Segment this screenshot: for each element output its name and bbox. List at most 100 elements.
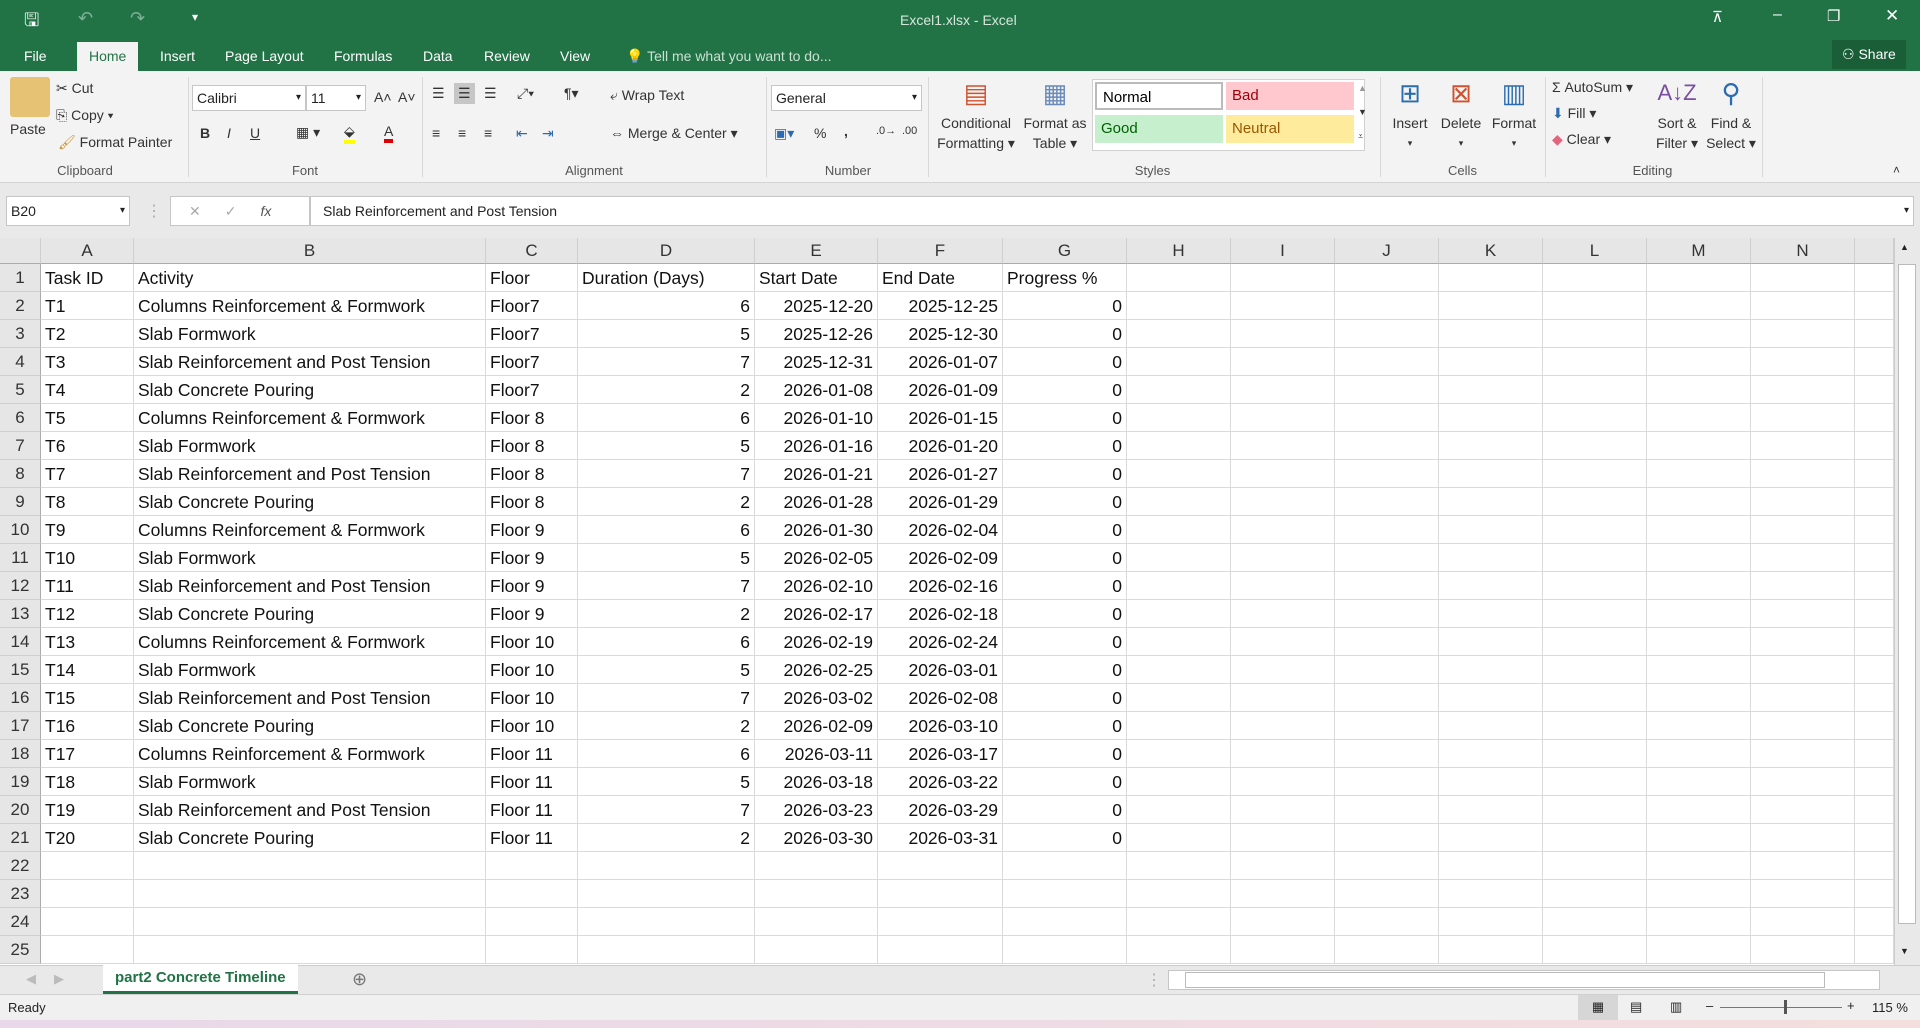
table-cell[interactable] bbox=[486, 880, 578, 908]
table-cell[interactable] bbox=[1543, 796, 1647, 824]
table-cell[interactable] bbox=[1647, 348, 1751, 376]
column-header-K[interactable]: K bbox=[1439, 238, 1543, 264]
table-cell[interactable]: 2025-12-26 bbox=[755, 320, 878, 348]
table-cell[interactable] bbox=[1231, 712, 1335, 740]
row-header[interactable]: 14 bbox=[0, 628, 41, 656]
table-cell[interactable]: 2026-03-18 bbox=[755, 768, 878, 796]
table-cell[interactable] bbox=[1751, 824, 1855, 852]
table-cell[interactable] bbox=[1335, 852, 1439, 880]
table-cell[interactable] bbox=[1231, 852, 1335, 880]
table-cell[interactable] bbox=[1439, 908, 1543, 936]
table-cell[interactable]: 2 bbox=[578, 824, 755, 852]
table-cell[interactable]: 2026-01-29 bbox=[878, 488, 1003, 516]
table-cell[interactable] bbox=[1231, 376, 1335, 404]
table-cell[interactable]: 2026-03-29 bbox=[878, 796, 1003, 824]
table-cell[interactable]: 2026-01-21 bbox=[755, 460, 878, 488]
table-cell[interactable]: Slab Reinforcement and Post Tension bbox=[134, 684, 486, 712]
underline-button[interactable]: U bbox=[250, 125, 260, 141]
row-header[interactable]: 20 bbox=[0, 796, 41, 824]
table-cell[interactable] bbox=[1335, 600, 1439, 628]
table-cell[interactable]: T2 bbox=[41, 320, 134, 348]
table-cell[interactable]: Floor 10 bbox=[486, 684, 578, 712]
align-right-icon[interactable]: ≡ bbox=[484, 125, 492, 141]
table-cell[interactable] bbox=[1335, 712, 1439, 740]
table-cell[interactable]: 2026-01-08 bbox=[755, 376, 878, 404]
table-cell[interactable] bbox=[1439, 656, 1543, 684]
table-cell[interactable]: T18 bbox=[41, 768, 134, 796]
table-cell[interactable]: Slab Reinforcement and Post Tension bbox=[134, 460, 486, 488]
table-cell[interactable]: 2026-02-16 bbox=[878, 572, 1003, 600]
table-cell[interactable] bbox=[1855, 768, 1894, 796]
table-cell[interactable] bbox=[1335, 656, 1439, 684]
table-cell[interactable] bbox=[1647, 572, 1751, 600]
table-cell[interactable]: 0 bbox=[1003, 628, 1127, 656]
table-cell[interactable]: Slab Concrete Pouring bbox=[134, 488, 486, 516]
table-cell[interactable] bbox=[1751, 908, 1855, 936]
italic-button[interactable]: I bbox=[227, 125, 231, 141]
table-cell[interactable] bbox=[1335, 684, 1439, 712]
table-cell[interactable] bbox=[1543, 376, 1647, 404]
table-cell[interactable]: Slab Reinforcement and Post Tension bbox=[134, 572, 486, 600]
table-cell[interactable]: 2026-02-18 bbox=[878, 600, 1003, 628]
row-header[interactable]: 19 bbox=[0, 768, 41, 796]
table-cell[interactable]: T3 bbox=[41, 348, 134, 376]
customize-toolbar-icon[interactable]: ▾ bbox=[192, 10, 198, 24]
table-cell[interactable] bbox=[1231, 460, 1335, 488]
table-cell[interactable] bbox=[1647, 516, 1751, 544]
table-cell[interactable] bbox=[1855, 600, 1894, 628]
table-cell[interactable] bbox=[1751, 936, 1855, 964]
table-cell[interactable] bbox=[1127, 348, 1231, 376]
table-cell[interactable]: 2026-02-25 bbox=[755, 656, 878, 684]
format-as-table-button[interactable]: ▦ Format as Table ▾ bbox=[1018, 73, 1092, 153]
table-cell[interactable] bbox=[1439, 516, 1543, 544]
table-cell[interactable] bbox=[1751, 852, 1855, 880]
tab-page-layout[interactable]: Page Layout bbox=[213, 42, 316, 71]
table-cell[interactable]: Floor 10 bbox=[486, 656, 578, 684]
table-cell[interactable] bbox=[1439, 292, 1543, 320]
table-cell[interactable] bbox=[486, 852, 578, 880]
table-cell[interactable] bbox=[1439, 936, 1543, 964]
table-cell[interactable] bbox=[1231, 740, 1335, 768]
table-cell[interactable] bbox=[1543, 432, 1647, 460]
table-cell[interactable]: 2026-03-31 bbox=[878, 824, 1003, 852]
row-header[interactable]: 10 bbox=[0, 516, 41, 544]
table-cell[interactable]: T5 bbox=[41, 404, 134, 432]
table-cell[interactable] bbox=[1855, 488, 1894, 516]
table-cell[interactable] bbox=[1751, 796, 1855, 824]
table-cell[interactable] bbox=[1231, 572, 1335, 600]
table-cell[interactable] bbox=[1855, 880, 1894, 908]
table-cell[interactable]: Slab Reinforcement and Post Tension bbox=[134, 796, 486, 824]
table-cell[interactable] bbox=[1855, 292, 1894, 320]
table-cell[interactable]: 2026-02-08 bbox=[878, 684, 1003, 712]
shrink-font-icon[interactable]: A˅ bbox=[398, 89, 416, 105]
table-cell[interactable] bbox=[1543, 460, 1647, 488]
table-cell[interactable]: T20 bbox=[41, 824, 134, 852]
table-cell[interactable]: Floor 11 bbox=[486, 768, 578, 796]
table-cell[interactable] bbox=[1543, 740, 1647, 768]
table-cell[interactable] bbox=[1231, 292, 1335, 320]
row-header[interactable]: 5 bbox=[0, 376, 41, 404]
table-cell[interactable]: 2026-01-16 bbox=[755, 432, 878, 460]
table-cell[interactable] bbox=[1543, 572, 1647, 600]
table-cell[interactable]: T15 bbox=[41, 684, 134, 712]
table-cell[interactable]: 0 bbox=[1003, 796, 1127, 824]
table-cell[interactable] bbox=[1647, 432, 1751, 460]
paste-button[interactable]: Paste bbox=[10, 121, 46, 137]
table-cell[interactable] bbox=[1127, 600, 1231, 628]
table-cell[interactable] bbox=[1647, 880, 1751, 908]
table-cell[interactable]: T7 bbox=[41, 460, 134, 488]
table-cell[interactable]: Floor 9 bbox=[486, 544, 578, 572]
table-cell[interactable] bbox=[1335, 348, 1439, 376]
table-cell[interactable] bbox=[1751, 516, 1855, 544]
table-cell[interactable]: Floor 8 bbox=[486, 404, 578, 432]
table-cell[interactable] bbox=[1647, 908, 1751, 936]
table-cell[interactable] bbox=[1855, 320, 1894, 348]
column-header-J[interactable]: J bbox=[1335, 238, 1439, 264]
table-cell[interactable] bbox=[1003, 936, 1127, 964]
table-cell[interactable] bbox=[41, 880, 134, 908]
row-header[interactable]: 12 bbox=[0, 572, 41, 600]
column-header-L[interactable]: L bbox=[1543, 238, 1647, 264]
table-cell[interactable]: Floor 8 bbox=[486, 488, 578, 516]
tell-me-search[interactable]: 💡 Tell me what you want to do... bbox=[614, 42, 844, 71]
table-cell[interactable] bbox=[1127, 908, 1231, 936]
